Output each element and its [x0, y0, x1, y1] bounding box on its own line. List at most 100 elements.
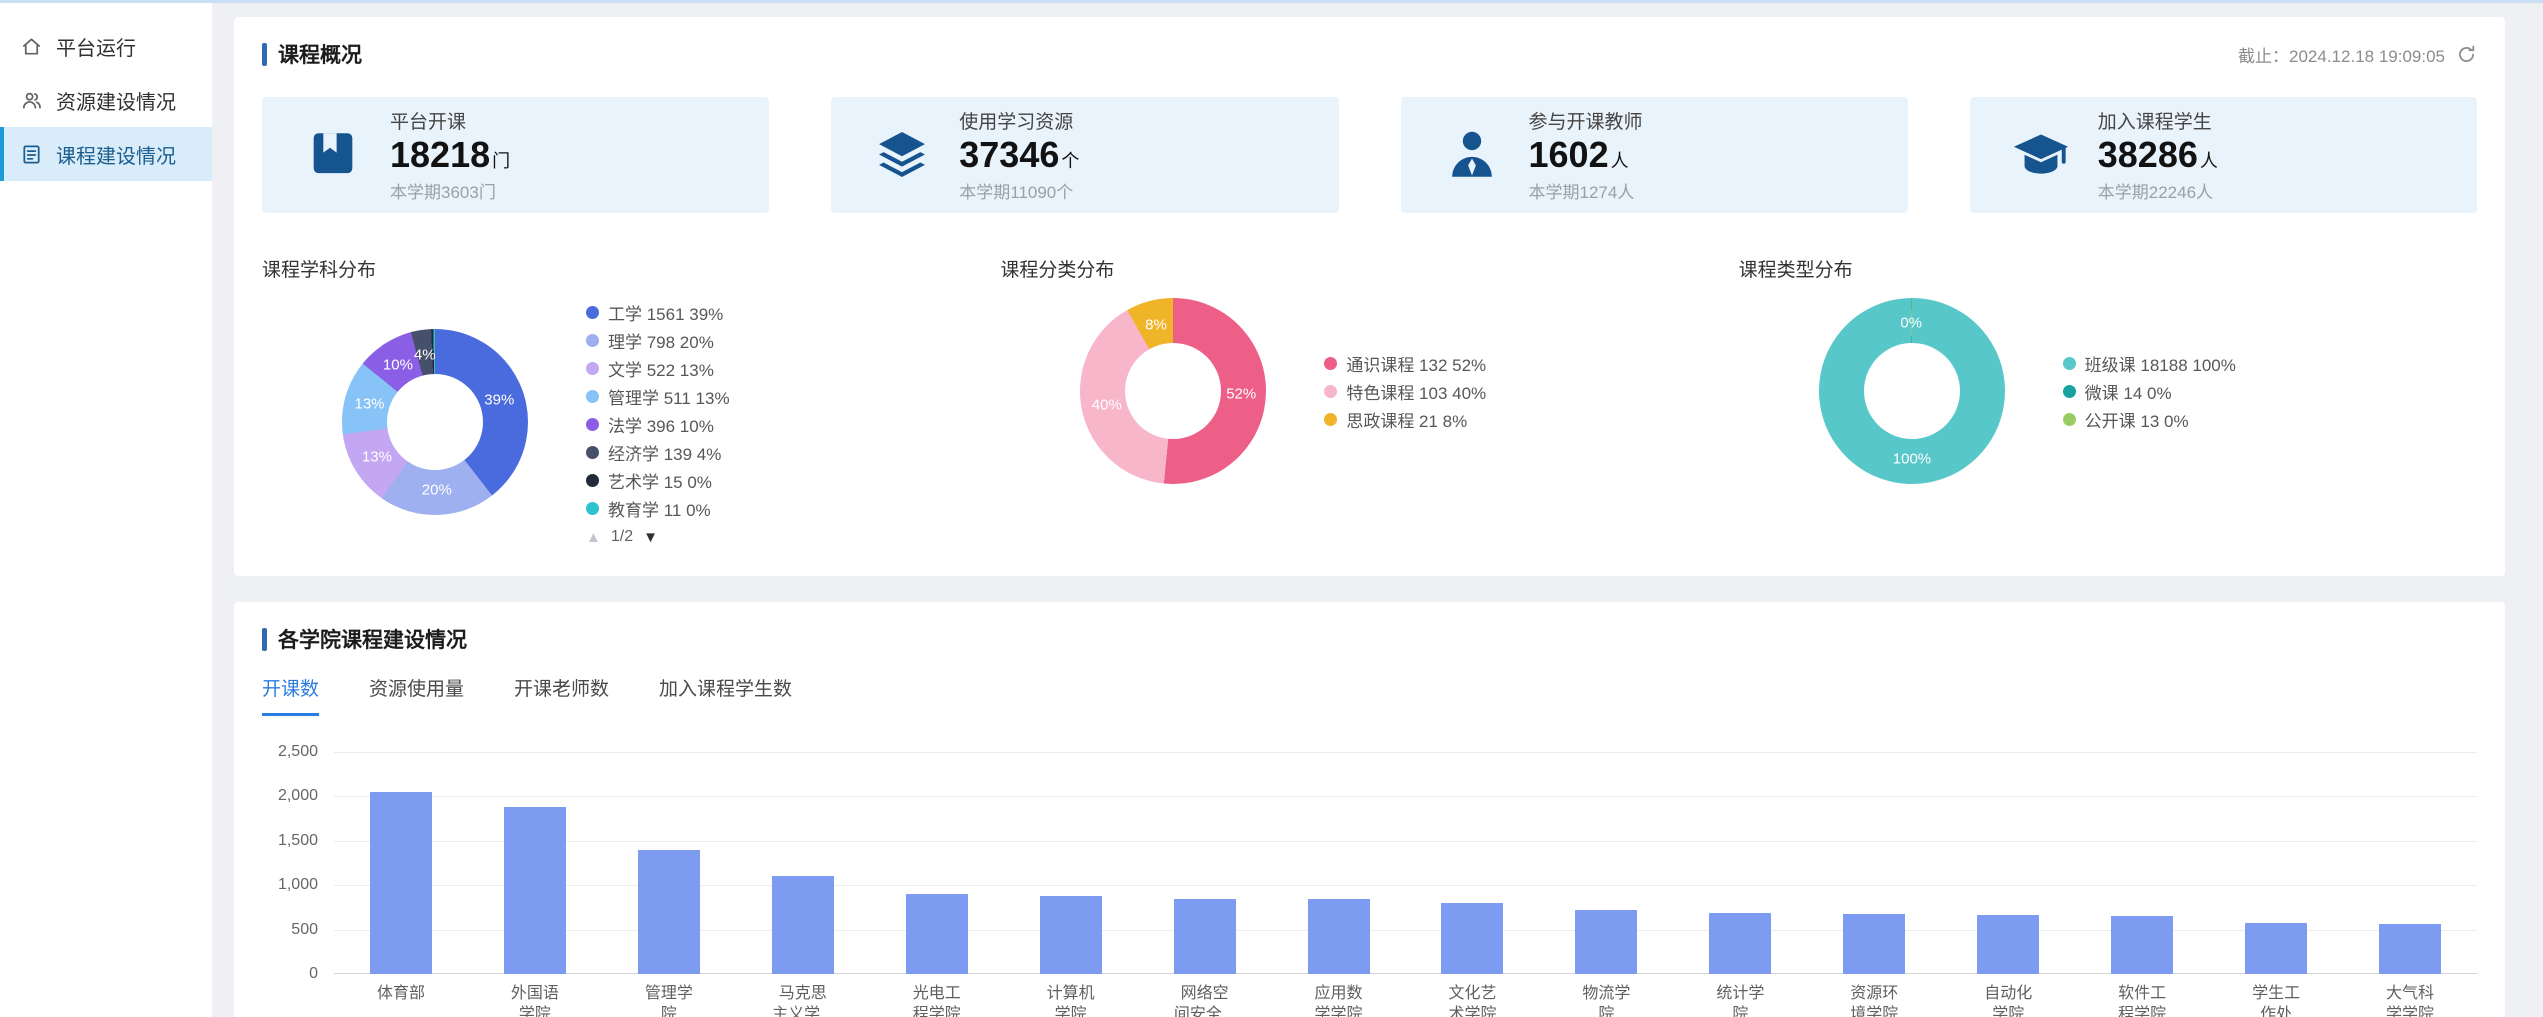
donut-chart-3: 课程类型分布 100%0% 班级课 18188 100%微课 14 0%公开课 … [1739, 255, 2477, 546]
legend-label: 特色课程 103 40% [1346, 379, 1486, 404]
legend-item[interactable]: 理学 798 20% [586, 326, 730, 354]
title-accent-bar [262, 628, 267, 651]
legend-pagination: ▲1/2▼ [586, 528, 730, 546]
bar [1441, 903, 1503, 974]
layers-icon [873, 126, 931, 184]
stat-info: 平台开课 18218门 本学期3603门 [390, 107, 510, 202]
legend-label: 理学 798 20% [608, 328, 714, 353]
x-axis-label: 物流学 院 [1539, 984, 1673, 1017]
bar [772, 876, 834, 974]
legend-item[interactable]: 通识课程 132 52% [1324, 349, 1486, 377]
stat-value: 1602人 [1529, 134, 1643, 175]
sidebar-item-1[interactable]: 平台运行 [0, 19, 212, 73]
bar-slot [1941, 752, 2075, 974]
title-accent-bar [262, 43, 267, 66]
tab-3[interactable]: 开课老师数 [514, 674, 609, 716]
legend-page-down-button[interactable]: ▼ [643, 529, 658, 546]
legend-item[interactable]: 经济学 139 4% [586, 438, 730, 466]
bar-slot [1539, 752, 1673, 974]
tab-2[interactable]: 资源使用量 [369, 674, 464, 716]
legend-label: 教育学 11 0% [608, 496, 711, 521]
y-axis-tick: 2,000 [278, 787, 318, 805]
tab-1[interactable]: 开课数 [262, 674, 319, 716]
x-axis-label: 计算机 学院 [1004, 984, 1138, 1017]
legend-dot [586, 502, 599, 515]
bar-slot [736, 752, 870, 974]
sidebar-item-3[interactable]: 课程建设情况 [0, 127, 212, 181]
bar [1843, 914, 1905, 974]
slice-percentage-label: 20% [422, 481, 452, 498]
legend-item[interactable]: 公开课 13 0% [2063, 405, 2236, 433]
bar-slot [1138, 752, 1272, 974]
legend-item[interactable]: 教育学 11 0% [586, 494, 730, 522]
tab-4[interactable]: 加入课程学生数 [659, 674, 792, 716]
sidebar-item-2[interactable]: 资源建设情况 [0, 73, 212, 127]
legend-item[interactable]: 微课 14 0% [2063, 377, 2236, 405]
legend-page-up-button[interactable]: ▲ [586, 529, 601, 546]
x-axis-label: 外国语 学院 [468, 984, 602, 1017]
stat-value: 18218门 [390, 134, 510, 175]
legend-item[interactable]: 工学 1561 39% [586, 298, 730, 326]
donut-hole [387, 374, 483, 470]
stat-term: 本学期22246人 [2098, 178, 2218, 203]
bar-slot [870, 752, 1004, 974]
legend-dot [1324, 357, 1337, 370]
stat-card: 加入课程学生 38286人 本学期22246人 [1970, 97, 2477, 213]
x-axis-label: 资源环 境学院 [1807, 984, 1941, 1017]
bar [370, 792, 432, 974]
bar [1174, 899, 1236, 974]
bar [2245, 923, 2307, 974]
refresh-icon[interactable] [2456, 44, 2477, 65]
bar-slot [1004, 752, 1138, 974]
legend-dot [2063, 357, 2076, 370]
donut-hole [1125, 343, 1221, 439]
legend-item[interactable]: 班级课 18188 100% [2063, 349, 2236, 377]
stat-term: 本学期1274人 [1529, 178, 1643, 203]
deadline-text: 截止：2024.12.18 19:09:05 [2238, 42, 2445, 67]
x-axis-label: 自动化 学院 [1941, 984, 2075, 1017]
bar [638, 850, 700, 974]
x-axis-label: 管理学 院 [602, 984, 736, 1017]
donut-chart-2: 课程分类分布 52%40%8% 通识课程 132 52%特色课程 103 40%… [1000, 255, 1738, 546]
legend-item[interactable]: 文学 522 13% [586, 354, 730, 382]
bar-slot [2343, 752, 2477, 974]
slice-percentage-label: 0% [1900, 315, 1922, 332]
donut-chart-title: 课程学科分布 [262, 255, 1000, 282]
sidebar-item-label: 资源建设情况 [56, 86, 176, 115]
stat-label: 加入课程学生 [2098, 107, 2218, 134]
legend-item[interactable]: 思政课程 21 8% [1324, 405, 1486, 433]
legend-dot [1324, 385, 1337, 398]
bar [2111, 916, 2173, 974]
bar [1977, 915, 2039, 974]
bar [2379, 924, 2441, 974]
bar-slot [1406, 752, 1540, 974]
legend-dot [586, 362, 599, 375]
legend-label: 班级课 18188 100% [2085, 351, 2236, 376]
y-axis-tick: 1,000 [278, 876, 318, 894]
stat-term: 本学期11090个 [959, 178, 1079, 203]
college-header: 各学院课程建设情况 [262, 624, 2477, 654]
deadline-area: 截止：2024.12.18 19:09:05 [2238, 42, 2477, 67]
slice-percentage-label: 52% [1226, 386, 1256, 403]
slice-percentage-label: 40% [1092, 397, 1122, 414]
legend-item[interactable]: 特色课程 103 40% [1324, 377, 1486, 405]
stat-term: 本学期3603门 [390, 178, 510, 203]
stat-label: 参与开课教师 [1529, 107, 1643, 134]
bar [1040, 896, 1102, 974]
legend-dot [1324, 413, 1337, 426]
course-overview-card: 课程概况 截止：2024.12.18 19:09:05 平台开课 18218门 … [234, 17, 2505, 576]
bar-slot [468, 752, 602, 974]
chart-legend: 工学 1561 39%理学 798 20%文学 522 13%管理学 511 1… [586, 298, 730, 546]
stat-label: 使用学习资源 [959, 107, 1079, 134]
bar-slot [1673, 752, 1807, 974]
legend-dot [2063, 413, 2076, 426]
legend-dot [586, 334, 599, 347]
stat-info: 加入课程学生 38286人 本学期22246人 [2098, 107, 2218, 202]
stat-card: 平台开课 18218门 本学期3603门 [262, 97, 769, 213]
doc-icon [20, 143, 43, 166]
legend-item[interactable]: 法学 396 10% [586, 410, 730, 438]
stat-value: 38286人 [2098, 134, 2218, 175]
legend-item[interactable]: 艺术学 15 0% [586, 466, 730, 494]
legend-item[interactable]: 管理学 511 13% [586, 382, 730, 410]
x-axis-label: 光电工 程学院 [870, 984, 1004, 1017]
